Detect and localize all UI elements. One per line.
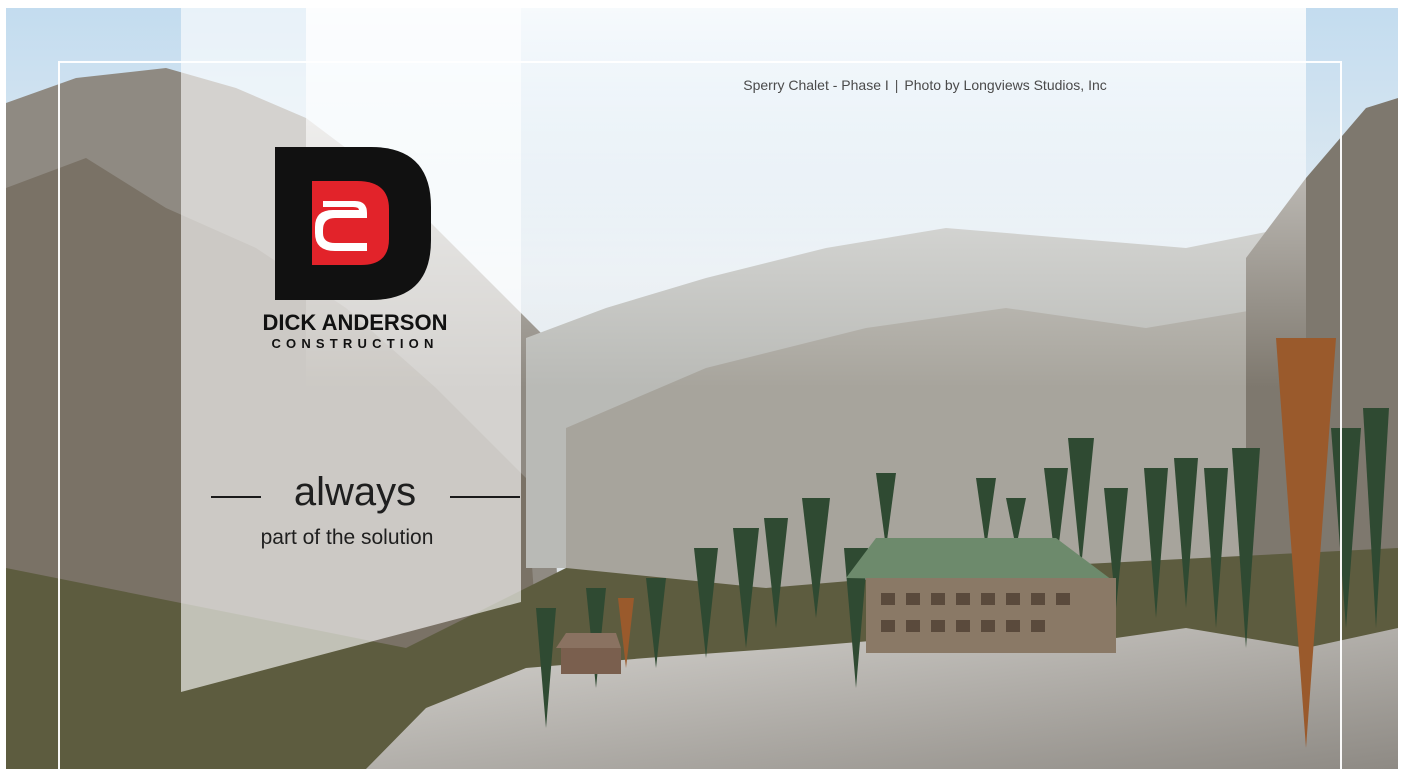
caption-separator: | bbox=[894, 77, 899, 93]
tagline-rule-left bbox=[211, 496, 261, 498]
dick-anderson-d-logo-icon bbox=[275, 147, 431, 300]
tagline-sub: part of the solution bbox=[260, 526, 434, 549]
caption-project: Sperry Chalet - Phase I bbox=[743, 77, 889, 93]
brand-subtitle: CONSTRUCTION bbox=[271, 336, 439, 351]
brand-name: DICK ANDERSON bbox=[262, 310, 448, 335]
tagline-main: always bbox=[293, 470, 417, 514]
caption-credit: Photo by Longviews Studios, Inc bbox=[904, 77, 1107, 93]
photo-caption: Sperry Chalet - Phase I | Photo by Longvie… bbox=[660, 76, 1190, 94]
tagline-rule-right bbox=[450, 496, 520, 498]
